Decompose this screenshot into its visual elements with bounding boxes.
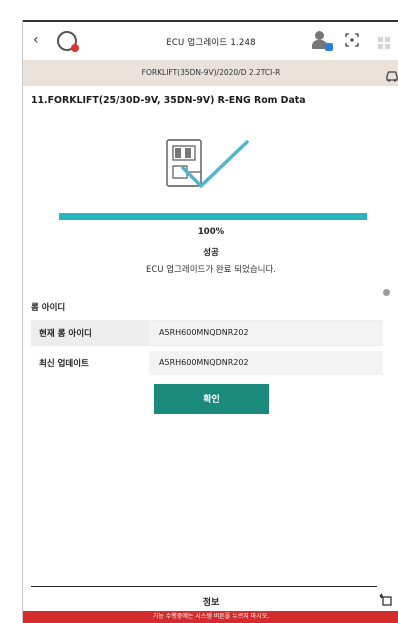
car-icon[interactable]: [385, 67, 398, 82]
page-title: ECU 업그레이드 1.248: [166, 38, 256, 48]
progress-percent: 100%: [197, 227, 225, 237]
result-message: ECU 업그레이드가 완료 되었습니다.: [146, 265, 276, 275]
result-label: 성공: [203, 248, 219, 258]
vehicle-info-bar: FORKLIFT(35DN-9V)/2020/D 2.2TCI-R: [23, 60, 398, 86]
latest-update-row: 최신 업데이트 A5RH600MNQDNR202: [31, 350, 383, 376]
success-check-icon: [161, 132, 251, 194]
info-label[interactable]: 정보: [23, 595, 398, 608]
rom-data-heading: 11.FORKLIFT(25/30D-9V, 35DN-9V) R-ENG Ro…: [31, 95, 306, 106]
vehicle-label: FORKLIFT(35DN-9V)/2020/D 2.2TCI-R: [141, 68, 281, 77]
latest-update-label: 최신 업데이트: [39, 359, 89, 369]
top-app-bar: ‹ ECU 업그레이드 1.248: [23, 20, 398, 60]
scroll-indicator: [383, 289, 390, 296]
warning-banner: 기능 수행중에는 시스템 버튼을 누르지 마시오.: [23, 611, 398, 623]
grid-icon[interactable]: [378, 34, 390, 49]
scan-icon[interactable]: [345, 33, 359, 47]
current-rom-id-label: 현재 롬 아이디: [39, 329, 92, 339]
rom-id-section-title: 롬 아이디: [31, 303, 66, 313]
app-frame: ‹ ECU 업그레이드 1.248 FORKLIFT(35DN-9V)/2020…: [22, 20, 398, 623]
latest-update-value: A5RH600MNQDNR202: [149, 351, 383, 375]
confirm-button[interactable]: 확인: [154, 384, 269, 414]
exit-icon[interactable]: [378, 591, 392, 606]
user-icon[interactable]: [312, 31, 333, 51]
progress-bar: [59, 213, 367, 220]
bottom-divider: [31, 586, 377, 587]
current-rom-id-row: 현재 롬 아이디 A5RH600MNQDNR202: [31, 320, 383, 346]
current-rom-id-value: A5RH600MNQDNR202: [149, 321, 383, 345]
